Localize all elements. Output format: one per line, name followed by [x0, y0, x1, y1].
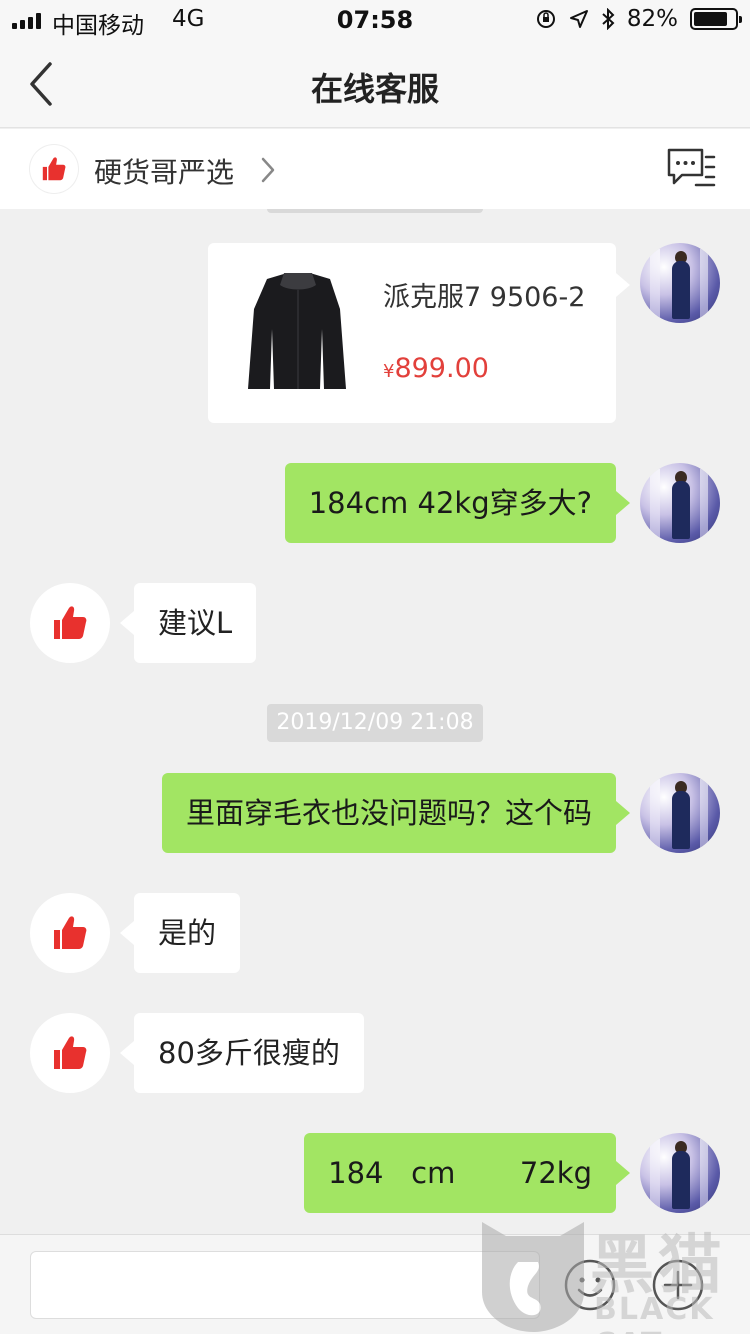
navigation-bar: 在线客服: [0, 40, 750, 128]
shop-logo: [30, 145, 78, 193]
page-title: 在线客服: [310, 70, 439, 108]
chat-area[interactable]: 派克服7 9506-2 ¥899.00 184cm 42kg穿多大? 建议L 2…: [0, 209, 750, 1234]
thumbs-up-icon: [54, 606, 87, 639]
message-timestamp: 2019/12/09 21:08: [267, 704, 483, 742]
status-bar: 中国移动 4G 07:58 82%: [0, 0, 750, 40]
price-amount: 899.00: [394, 353, 489, 384]
bluetooth-icon: [602, 8, 615, 30]
product-card-message[interactable]: 派克服7 9506-2 ¥899.00: [208, 243, 630, 423]
timestamp-partial: [267, 209, 483, 213]
outgoing-message[interactable]: 184cm 42kg穿多大?: [284, 463, 631, 543]
thumbs-up-icon: [42, 157, 66, 181]
thumbs-up-icon: [54, 1036, 87, 1069]
battery-percent: 82%: [626, 6, 678, 32]
incoming-message[interactable]: 80多斤很瘦的: [120, 1013, 364, 1093]
battery-icon: [690, 8, 742, 30]
emoji-button[interactable]: [562, 1257, 618, 1313]
product-name: 派克服7 9506-2: [383, 282, 586, 313]
shop-avatar[interactable]: [30, 1013, 110, 1093]
battery-level-fill: [694, 12, 727, 26]
user-avatar[interactable]: [640, 243, 720, 323]
location-arrow-icon: [569, 10, 588, 28]
shop-avatar[interactable]: [30, 893, 110, 973]
status-icons: 82%: [535, 6, 742, 32]
outgoing-message[interactable]: 184 cm 72kg: [304, 1133, 630, 1213]
user-avatar[interactable]: [640, 773, 720, 853]
shop-header[interactable]: 硬货哥严选: [0, 129, 750, 209]
thumbs-up-icon: [54, 916, 87, 949]
user-avatar[interactable]: [640, 1133, 720, 1213]
input-bar: [0, 1234, 750, 1334]
message-input[interactable]: [30, 1251, 540, 1319]
currency-symbol: ¥: [383, 361, 395, 382]
product-image: [248, 273, 346, 389]
message-list-button[interactable]: [666, 147, 716, 191]
incoming-message[interactable]: 是的: [119, 893, 241, 973]
chevron-right-icon: [261, 157, 275, 183]
more-options-button[interactable]: [650, 1257, 706, 1313]
smiley-icon: [564, 1259, 616, 1311]
product-price: ¥899.00: [383, 353, 489, 384]
chat-list-icon: [667, 148, 716, 187]
orientation-lock-icon: [536, 10, 555, 28]
user-avatar[interactable]: [640, 463, 720, 543]
shop-name: 硬货哥严选: [94, 156, 235, 189]
outgoing-message[interactable]: 里面穿毛衣也没问题吗？这个码: [161, 773, 631, 853]
plus-icon: [652, 1259, 704, 1311]
incoming-message[interactable]: 建议L: [119, 583, 257, 663]
shop-avatar[interactable]: [30, 583, 110, 663]
